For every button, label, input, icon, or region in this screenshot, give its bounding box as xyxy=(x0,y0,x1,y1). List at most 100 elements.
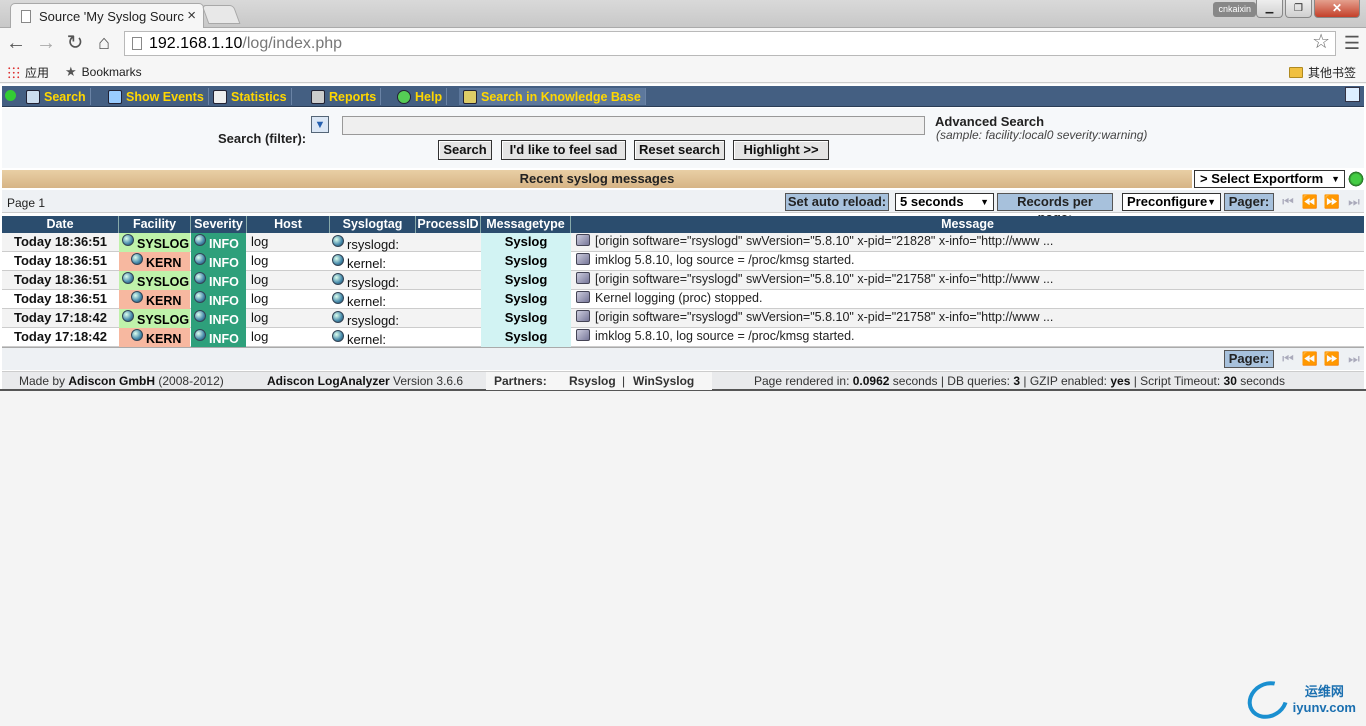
first-page-icon[interactable]: ⏮ xyxy=(1279,194,1297,210)
bookmark-star-icon[interactable]: ☆ xyxy=(1312,31,1330,54)
cell-facility[interactable]: KERN xyxy=(119,252,190,271)
col-facility[interactable]: Facility xyxy=(119,216,191,233)
cell-facility[interactable]: KERN xyxy=(119,290,190,309)
search-button[interactable]: Search xyxy=(438,140,492,160)
next-page-icon[interactable]: ⏩ xyxy=(1323,351,1341,367)
col-messagetype[interactable]: Messagetype xyxy=(481,216,571,233)
cell-host[interactable]: log xyxy=(249,271,329,290)
search-filter-input[interactable] xyxy=(342,116,925,135)
browser-tab[interactable]: Source 'My Syslog Sourc × xyxy=(10,3,204,28)
col-processid[interactable]: ProcessID xyxy=(416,216,481,233)
message-details-icon[interactable] xyxy=(576,329,590,341)
cell-severity[interactable]: INFO xyxy=(191,309,246,328)
export-icon[interactable] xyxy=(1348,170,1364,188)
col-severity[interactable]: Severity xyxy=(191,216,247,233)
cell-syslogtag[interactable]: kernel: xyxy=(330,252,415,271)
bookmark-apps[interactable]: 应用 xyxy=(7,64,49,81)
rendered-label: Page rendered in: xyxy=(754,374,850,388)
product-link[interactable]: Adiscon LogAnalyzer xyxy=(267,374,390,388)
cell-severity[interactable]: INFO xyxy=(191,328,246,347)
pager-row-bottom xyxy=(2,347,1364,370)
last-page-icon[interactable]: ⏭ xyxy=(1345,194,1363,210)
cell-severity[interactable]: INFO xyxy=(191,252,246,271)
cell-host[interactable]: log xyxy=(249,233,329,252)
back-icon[interactable]: ← xyxy=(5,32,27,54)
col-host[interactable]: Host xyxy=(247,216,330,233)
address-bar[interactable]: 192.168.1.10/log/index.php ☆ xyxy=(124,31,1336,56)
cell-severity[interactable]: INFO xyxy=(191,233,246,252)
cell-message[interactable]: [origin software="rsyslogd" swVersion="5… xyxy=(572,309,1364,328)
cell-syslogtag[interactable]: rsyslogd: xyxy=(330,309,415,328)
cell-message[interactable]: Kernel logging (proc) stopped. xyxy=(572,290,1364,309)
nav-reports[interactable]: Reports xyxy=(307,88,382,105)
bookmark-other[interactable]: 其他书签 xyxy=(1289,64,1356,81)
nav-knowledge-base[interactable]: Search in Knowledge Base xyxy=(459,88,646,105)
cell-facility[interactable]: SYSLOG xyxy=(119,309,190,328)
user-badge[interactable]: cnkaixin xyxy=(1213,2,1256,17)
tab-close-icon[interactable]: × xyxy=(187,7,196,24)
first-page-icon[interactable]: ⏮ xyxy=(1279,351,1297,367)
maximize-icon[interactable]: ❐ xyxy=(1285,0,1312,18)
cell-facility[interactable]: SYSLOG xyxy=(119,233,190,252)
cell-message[interactable]: imklog 5.8.10, log source = /proc/kmsg s… xyxy=(572,252,1364,271)
bookmarks-bar: 应用 ★ Bookmarks 其他书签 xyxy=(0,60,1366,83)
cell-message[interactable]: [origin software="rsyslogd" swVersion="5… xyxy=(572,233,1364,252)
minimize-icon[interactable]: ▁ xyxy=(1256,0,1283,18)
cell-processid xyxy=(416,271,481,290)
message-details-icon[interactable] xyxy=(576,234,590,246)
message-details-icon[interactable] xyxy=(576,291,590,303)
message-details-icon[interactable] xyxy=(576,272,590,284)
col-syslogtag[interactable]: Syslogtag xyxy=(330,216,416,233)
partner-rsyslog-link[interactable]: Rsyslog xyxy=(569,372,616,390)
search-options-dropdown-icon[interactable]: ▼ xyxy=(311,116,329,133)
nav-show-events[interactable]: Show Events xyxy=(104,88,209,105)
cell-message[interactable]: imklog 5.8.10, log source = /proc/kmsg s… xyxy=(572,328,1364,347)
cell-date: Today 17:18:42 xyxy=(14,329,107,344)
highlight-button[interactable]: Highlight >> xyxy=(733,140,829,160)
syslogtag-value: rsyslogd: xyxy=(347,275,400,290)
new-tab-button[interactable] xyxy=(201,5,241,24)
forward-icon[interactable]: → xyxy=(35,32,57,54)
cell-facility[interactable]: KERN xyxy=(119,328,190,347)
next-page-icon[interactable]: ⏩ xyxy=(1323,194,1341,210)
message-details-icon[interactable] xyxy=(576,310,590,322)
globe-icon xyxy=(332,292,344,304)
cell-syslogtag[interactable]: rsyslogd: xyxy=(330,233,415,252)
cell-host[interactable]: log xyxy=(249,328,329,347)
settings-icon[interactable] xyxy=(1345,87,1360,102)
cell-syslogtag[interactable]: kernel: xyxy=(330,328,415,347)
nav-search[interactable]: Search xyxy=(22,88,91,105)
browser-menu-icon[interactable]: ☰ xyxy=(1344,33,1360,54)
reload-icon[interactable]: ↻ xyxy=(64,32,86,54)
cell-severity[interactable]: INFO xyxy=(191,271,246,290)
cell-syslogtag[interactable]: kernel: xyxy=(330,290,415,309)
bookmark-bookmarks[interactable]: ★ Bookmarks xyxy=(65,64,142,80)
export-format-select[interactable]: > Select Exportform ▼ xyxy=(1194,170,1345,188)
home-icon[interactable]: ⌂ xyxy=(93,32,115,54)
feel-sad-button[interactable]: I'd like to feel sad xyxy=(501,140,626,160)
prev-page-icon[interactable]: ⏪ xyxy=(1301,351,1319,367)
cell-facility[interactable]: SYSLOG xyxy=(119,271,190,290)
reset-search-button[interactable]: Reset search xyxy=(634,140,725,160)
auto-reload-select[interactable]: 5 seconds ▼ xyxy=(895,193,994,211)
cell-syslogtag[interactable]: rsyslogd: xyxy=(330,271,415,290)
message-details-icon[interactable] xyxy=(576,253,590,265)
prev-page-icon[interactable]: ⏪ xyxy=(1301,194,1319,210)
records-per-page-select[interactable]: Preconfigured ▼ xyxy=(1122,193,1221,211)
company-link[interactable]: Adiscon GmbH xyxy=(68,374,155,388)
cell-message[interactable]: [origin software="rsyslogd" swVersion="5… xyxy=(572,271,1364,290)
partner-winsyslog-link[interactable]: WinSyslog xyxy=(633,372,694,390)
cell-processid xyxy=(416,290,481,309)
last-page-icon[interactable]: ⏭ xyxy=(1345,351,1363,367)
cell-host[interactable]: log xyxy=(249,252,329,271)
close-window-icon[interactable]: ✕ xyxy=(1314,0,1360,18)
cell-host[interactable]: log xyxy=(249,290,329,309)
globe-icon xyxy=(194,329,206,341)
cell-severity[interactable]: INFO xyxy=(191,290,246,309)
col-date[interactable]: Date xyxy=(2,216,119,233)
nav-statistics[interactable]: Statistics xyxy=(209,88,292,105)
col-message[interactable]: Message xyxy=(571,216,1364,233)
nav-help[interactable]: Help xyxy=(393,88,448,105)
advanced-search-link[interactable]: Advanced Search xyxy=(935,114,1044,129)
cell-host[interactable]: log xyxy=(249,309,329,328)
